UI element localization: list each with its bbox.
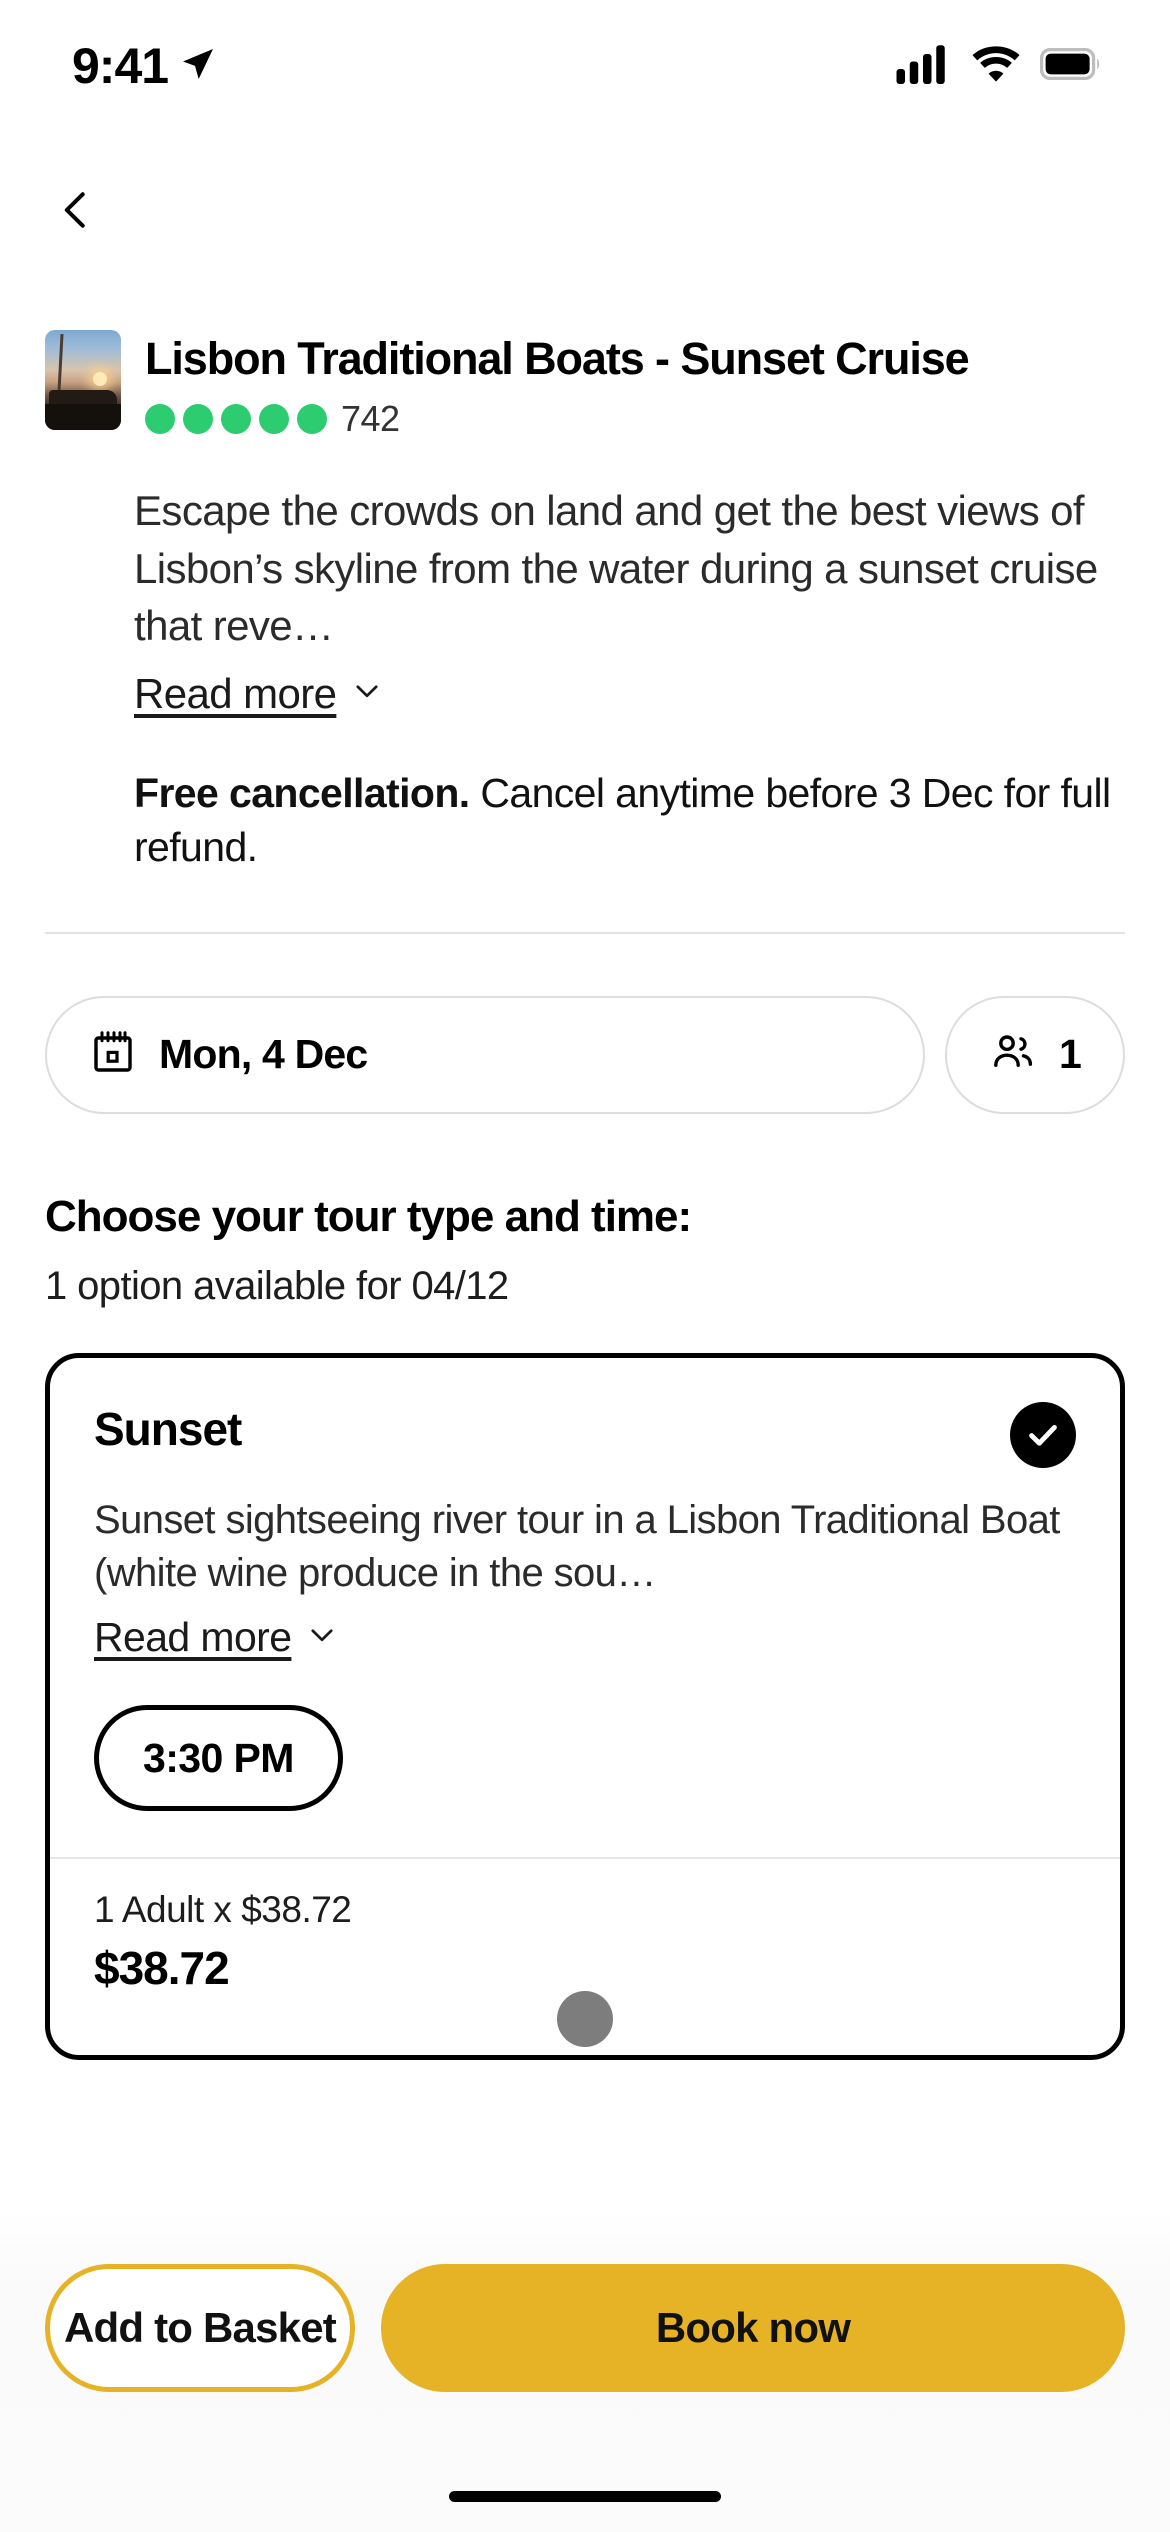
choose-section-subtitle: 1 option available for 04/12 <box>45 1263 509 1308</box>
option-description: Sunset sightseeing river tour in a Lisbo… <box>94 1497 1060 1596</box>
status-bar: 9:41 <box>0 0 1170 132</box>
option-header: Sunset <box>94 1401 1076 1468</box>
drag-handle[interactable] <box>557 1991 613 2047</box>
add-to-basket-button[interactable]: Add to Basket <box>45 2264 355 2392</box>
chevron-down-icon <box>305 1618 339 1657</box>
status-bar-right <box>896 44 1102 89</box>
time-slot-chip[interactable]: 3:30 PM <box>94 1705 343 1812</box>
rating-dot <box>297 404 327 435</box>
home-indicator <box>449 2491 721 2502</box>
chevron-down-icon <box>350 674 384 713</box>
sunset-boat-thumbnail <box>45 330 121 430</box>
rating-dot <box>183 404 213 435</box>
tour-option-card[interactable]: Sunset Sunset sightseeing river tour in … <box>45 1352 1125 2061</box>
calendar-icon <box>89 1028 137 1081</box>
product-read-more[interactable]: Read more <box>134 670 1125 718</box>
wifi-icon <box>970 44 1022 89</box>
price-total: $38.72 <box>94 1942 230 1995</box>
product-title: Lisbon Traditional Boats - Sunset Cruise <box>145 333 970 384</box>
product-header-text: Lisbon Traditional Boats - Sunset Cruise… <box>145 330 1125 440</box>
battery-full-icon <box>1040 47 1102 85</box>
phone-screen: 9:41 Lisbon Traditional Boats - Sunset C… <box>0 0 1170 2532</box>
choose-section-header: Choose your tour type and time: 1 option… <box>0 1114 1170 1309</box>
choose-section-title: Choose your tour type and time: <box>45 1191 692 1241</box>
cancellation-note: Free cancellation. Cancel anytime before… <box>134 766 1125 874</box>
travelers-selector[interactable]: 1 <box>945 995 1125 1114</box>
check-circle-icon[interactable] <box>1010 1401 1076 1468</box>
option-read-more[interactable]: Read more <box>94 1614 1076 1661</box>
rating-dot <box>259 404 289 435</box>
back-button[interactable] <box>34 170 118 254</box>
navigation-bar <box>0 160 1170 270</box>
status-time: 9:41 <box>72 38 169 94</box>
price-breakdown: 1 Adult x $38.72 <box>94 1889 352 1931</box>
option-read-more-label: Read more <box>94 1614 292 1661</box>
main-content: Lisbon Traditional Boats - Sunset Cruise… <box>0 270 1170 2061</box>
rating-dot <box>145 404 175 435</box>
read-more-label: Read more <box>134 669 337 717</box>
travelers-value: 1 <box>1059 1031 1082 1078</box>
book-now-button[interactable]: Book now <box>381 2264 1125 2392</box>
product-header: Lisbon Traditional Boats - Sunset Cruise… <box>0 270 1170 440</box>
product-description: Escape the crowds on land and get the be… <box>134 487 1098 649</box>
bottom-action-bar: Add to Basket Book now <box>0 2212 1170 2532</box>
chevron-left-icon <box>53 187 99 238</box>
selector-row: Mon, 4 Dec 1 <box>0 934 1170 1114</box>
date-value: Mon, 4 Dec <box>159 1031 368 1078</box>
rating-row: 742 <box>145 398 1125 440</box>
location-arrow-icon <box>178 44 218 89</box>
status-bar-left: 9:41 <box>72 37 218 95</box>
rating-dot <box>221 404 251 435</box>
cancellation-bold: Free cancellation. <box>134 769 470 816</box>
people-icon <box>989 1028 1037 1081</box>
rating-dots <box>145 404 327 435</box>
cellular-signal-icon <box>896 44 952 89</box>
option-name: Sunset <box>94 1402 242 1455</box>
date-selector[interactable]: Mon, 4 Dec <box>45 995 925 1114</box>
review-count: 742 <box>341 398 400 440</box>
